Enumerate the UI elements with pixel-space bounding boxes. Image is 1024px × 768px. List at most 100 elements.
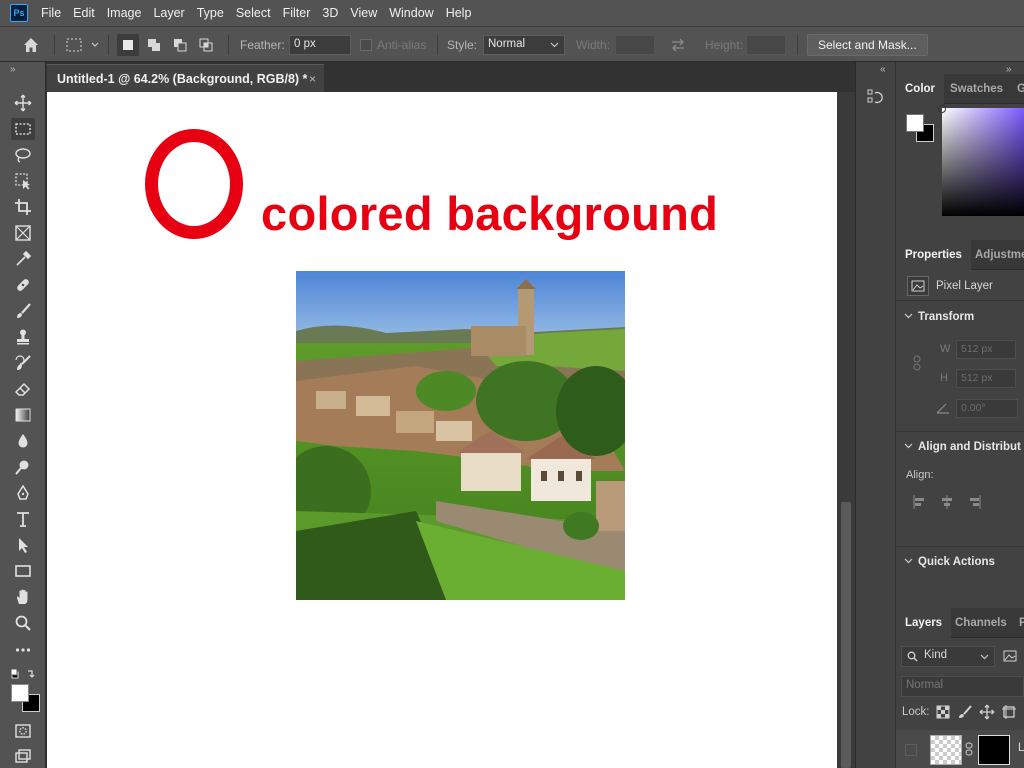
screen-mode-icon[interactable] [11, 746, 35, 768]
zoom-icon[interactable] [11, 612, 35, 634]
align-left-icon[interactable] [912, 494, 926, 510]
panel-foreground-swatch[interactable] [906, 114, 924, 132]
dodge-icon[interactable] [11, 456, 35, 478]
marquee-preset-picker[interactable] [64, 27, 102, 63]
align-section-header[interactable]: Align and Distribut [904, 441, 1021, 453]
menu-type[interactable]: Type [197, 6, 224, 20]
vertical-scrollbar[interactable] [837, 92, 855, 768]
menu-window[interactable]: Window [389, 6, 433, 20]
tab-gradients[interactable]: G [1008, 74, 1024, 104]
history-panel-icon[interactable] [866, 88, 884, 106]
swap-dimensions-button[interactable] [670, 27, 686, 63]
lock-artboard-icon[interactable] [1001, 704, 1017, 720]
menu-layer[interactable]: Layer [153, 6, 184, 20]
layer-row[interactable]: L [896, 730, 1024, 768]
close-tab-icon[interactable]: × [309, 72, 316, 86]
object-selection-icon[interactable] [11, 170, 35, 192]
scrollbar-thumb[interactable] [841, 502, 851, 768]
menu-image[interactable]: Image [107, 6, 142, 20]
menu-edit[interactable]: Edit [73, 6, 95, 20]
lock-transparency-icon[interactable] [935, 704, 951, 720]
menu-select[interactable]: Select [236, 6, 271, 20]
default-colors-button[interactable] [10, 668, 37, 682]
link-icon[interactable] [912, 355, 922, 371]
rectangle-icon[interactable] [11, 560, 35, 582]
color-picker-field[interactable] [942, 108, 1024, 216]
hand-icon[interactable] [11, 586, 35, 608]
h-label: H [940, 372, 948, 384]
eyedropper-icon[interactable] [11, 248, 35, 270]
layer-thumbnail[interactable] [930, 735, 962, 765]
tab-properties[interactable]: Properties [896, 240, 971, 270]
angle-field[interactable]: 0.00° [956, 399, 1018, 418]
select-and-mask-button[interactable]: Select and Mask... [807, 34, 928, 56]
align-right-icon[interactable] [968, 494, 982, 510]
layer-mask-thumbnail[interactable] [978, 735, 1010, 765]
tab-layers[interactable]: Layers [896, 608, 952, 638]
options-bar: Feather: 0 px Anti-alias Style: Normal W… [0, 26, 1024, 62]
document-canvas[interactable]: colored background [47, 92, 837, 768]
collapse-tools-icon[interactable]: » [10, 64, 16, 75]
tab-swatches[interactable]: Swatches [941, 74, 1012, 104]
more-tools-icon[interactable] [11, 639, 35, 661]
separator [54, 35, 55, 55]
menu-bar: Ps File Edit Image Layer Type Select Fil… [0, 0, 1024, 26]
width-input[interactable] [615, 35, 655, 55]
height-input[interactable] [746, 35, 786, 55]
eraser-icon[interactable] [11, 378, 35, 400]
layer-visibility-toggle[interactable] [905, 744, 917, 756]
tab-color[interactable]: Color [896, 74, 945, 104]
home-button[interactable] [22, 27, 40, 63]
divider [896, 546, 1024, 547]
tab-adjustments[interactable]: Adjustme [966, 240, 1024, 270]
path-selection-icon[interactable] [11, 534, 35, 556]
subtract-selection-button[interactable] [169, 34, 191, 56]
gradient-icon[interactable] [11, 404, 35, 426]
filter-pixel-layers-icon[interactable] [1002, 648, 1018, 664]
menu-filter[interactable]: Filter [283, 6, 311, 20]
chevron-down-icon [550, 42, 559, 48]
collapse-dock-icon[interactable]: « [880, 64, 886, 75]
new-selection-button[interactable] [117, 34, 139, 56]
width-field[interactable]: 512 px [956, 340, 1016, 359]
collapsed-panel-dock: « [855, 62, 895, 768]
photoshop-logo-icon[interactable]: Ps [10, 4, 28, 22]
tab-paths[interactable]: P [1010, 608, 1024, 638]
layer-filter-select[interactable]: Kind [901, 646, 995, 667]
lock-pixels-icon[interactable] [957, 704, 973, 720]
add-to-selection-button[interactable] [143, 34, 165, 56]
style-select[interactable]: Normal [483, 35, 565, 55]
quick-mask-icon[interactable] [11, 720, 35, 742]
healing-brush-icon[interactable] [11, 274, 35, 296]
type-icon[interactable] [11, 508, 35, 530]
angle-icon [936, 402, 950, 417]
foreground-color-swatch[interactable] [11, 684, 29, 702]
menu-view[interactable]: View [350, 6, 377, 20]
document-tab[interactable]: Untitled-1 @ 64.2% (Background, RGB/8) *… [47, 64, 324, 92]
w-label: W [940, 343, 951, 355]
transform-section-header[interactable]: Transform [904, 311, 974, 323]
brush-icon[interactable] [11, 300, 35, 322]
clone-stamp-icon[interactable] [11, 326, 35, 348]
menu-3d[interactable]: 3D [322, 6, 338, 20]
move-tool-icon[interactable] [11, 92, 35, 114]
lock-position-icon[interactable] [979, 704, 995, 720]
blur-icon[interactable] [11, 430, 35, 452]
tab-channels[interactable]: Channels [946, 608, 1016, 638]
color-panel-swatches[interactable] [906, 114, 936, 144]
lasso-icon[interactable] [11, 144, 35, 166]
menu-file[interactable]: File [41, 6, 61, 20]
history-brush-icon[interactable] [11, 352, 35, 374]
crop-icon[interactable] [11, 196, 35, 218]
menu-help[interactable]: Help [446, 6, 472, 20]
pen-icon[interactable] [11, 482, 35, 504]
blend-mode-select[interactable]: Normal [901, 676, 1024, 697]
anti-alias-checkbox[interactable] [360, 39, 372, 51]
align-center-icon[interactable] [940, 494, 954, 510]
frame-icon[interactable] [11, 222, 35, 244]
quick-actions-header[interactable]: Quick Actions [904, 556, 995, 568]
intersect-selection-button[interactable] [195, 34, 217, 56]
height-field[interactable]: 512 px [956, 369, 1016, 388]
rectangular-marquee-icon[interactable] [11, 118, 35, 140]
feather-input[interactable]: 0 px [289, 35, 351, 55]
